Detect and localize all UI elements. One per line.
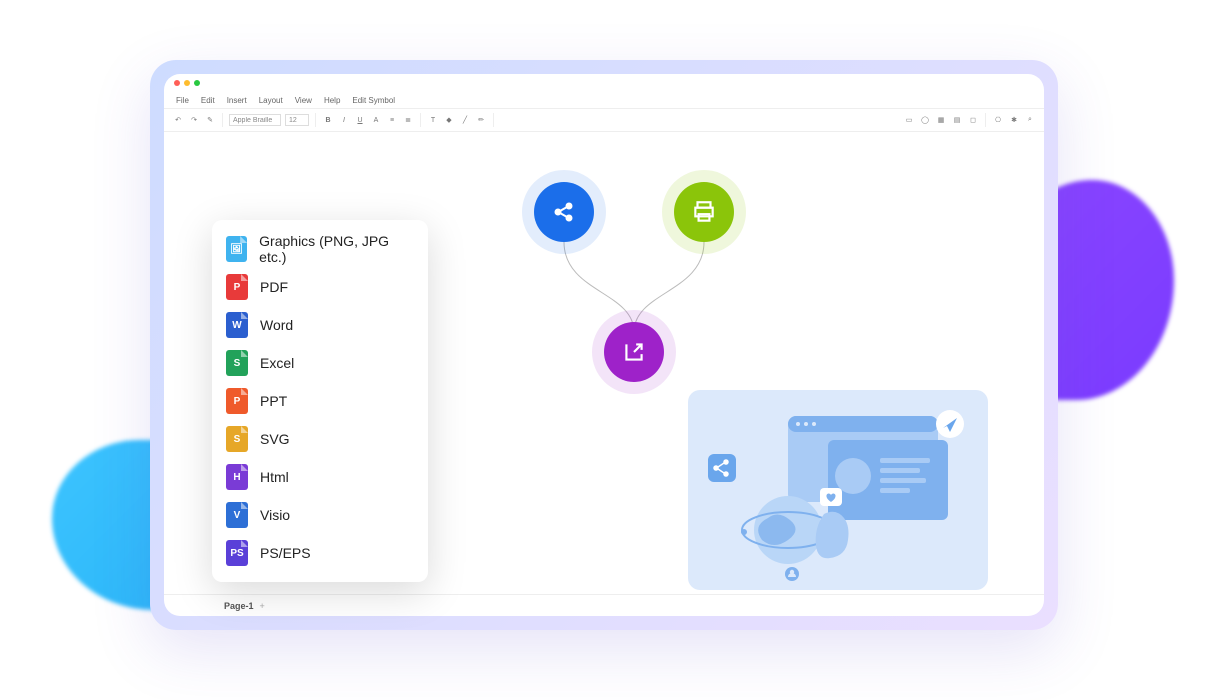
- search-icon[interactable]: ⌕: [1024, 114, 1036, 126]
- export-option[interactable]: S SVG: [226, 420, 414, 458]
- node-share[interactable]: [534, 182, 594, 242]
- export-option[interactable]: P PPT: [226, 382, 414, 420]
- lock-icon[interactable]: ⎔: [992, 114, 1004, 126]
- menu-edit-symbol[interactable]: Edit Symbol: [352, 96, 395, 105]
- file-type-icon: S: [226, 426, 248, 452]
- export-option[interactable]: H Html: [226, 458, 414, 496]
- italic-icon[interactable]: I: [338, 114, 350, 126]
- toolbar: ↶ ↷ ✎ B I U A ≡ ≣ T ◆ ╱ ✏ ▭ ◯ ▦ ▤ ◻: [164, 108, 1044, 132]
- list-icon[interactable]: ≣: [402, 114, 414, 126]
- text-box-icon[interactable]: T: [427, 114, 439, 126]
- menu-help[interactable]: Help: [324, 96, 340, 105]
- line-icon[interactable]: ╱: [459, 114, 471, 126]
- toolbar-separator: [493, 113, 494, 127]
- file-type-icon: P: [226, 274, 248, 300]
- export-option-label: Word: [260, 317, 293, 333]
- window-titlebar: [164, 74, 1044, 92]
- file-type-icon: P: [226, 388, 248, 414]
- font-size-input[interactable]: [285, 114, 309, 126]
- export-option[interactable]: S Excel: [226, 344, 414, 382]
- file-type-icon: S: [226, 350, 248, 376]
- export-option-label: PPT: [260, 393, 287, 409]
- file-type-icon: V: [226, 502, 248, 528]
- redo-icon[interactable]: ↷: [188, 114, 200, 126]
- export-option[interactable]: PS PS/EPS: [226, 534, 414, 572]
- toolbar-separator: [420, 113, 421, 127]
- menu-edit[interactable]: Edit: [201, 96, 215, 105]
- toolbar-separator: [985, 113, 986, 127]
- sharing-illustration-card: [688, 390, 988, 590]
- format-painter-icon[interactable]: ✎: [204, 114, 216, 126]
- traffic-light-minimize[interactable]: [184, 80, 190, 86]
- underline-icon[interactable]: U: [354, 114, 366, 126]
- export-option[interactable]: V Visio: [226, 496, 414, 534]
- settings-icon[interactable]: ✱: [1008, 114, 1020, 126]
- export-option-label: Html: [260, 469, 289, 485]
- font-name-input[interactable]: [229, 114, 281, 126]
- print-icon: [691, 199, 717, 225]
- export-option-label: Visio: [260, 507, 290, 523]
- shape-icon[interactable]: ◯: [919, 114, 931, 126]
- toolbar-separator: [222, 113, 223, 127]
- page-tab[interactable]: Page-1: [224, 601, 254, 611]
- toolbar-separator: [315, 113, 316, 127]
- export-option[interactable]: P PDF: [226, 268, 414, 306]
- symbol-icon[interactable]: ◻: [967, 114, 979, 126]
- file-type-icon: W: [226, 312, 248, 338]
- export-option[interactable]: W Word: [226, 306, 414, 344]
- export-format-menu: 🖼 Graphics (PNG, JPG etc.) P PDF W Word S Excel…: [212, 220, 428, 582]
- file-type-icon: H: [226, 464, 248, 490]
- menu-file[interactable]: File: [176, 96, 189, 105]
- page-tab-bar: Page-1 +: [164, 594, 1044, 616]
- share-icon: [552, 200, 576, 224]
- menu-view[interactable]: View: [295, 96, 312, 105]
- undo-icon[interactable]: ↶: [172, 114, 184, 126]
- fill-icon[interactable]: ◆: [443, 114, 455, 126]
- export-option-label: PDF: [260, 279, 288, 295]
- export-option-label: SVG: [260, 431, 290, 447]
- add-page-button[interactable]: +: [260, 601, 265, 611]
- table-icon[interactable]: ▦: [935, 114, 947, 126]
- node-export[interactable]: [604, 322, 664, 382]
- menu-layout[interactable]: Layout: [259, 96, 283, 105]
- export-option-label: Graphics (PNG, JPG etc.): [259, 233, 414, 265]
- menu-bar: File Edit Insert Layout View Help Edit S…: [164, 92, 1044, 108]
- export-icon: [621, 339, 647, 365]
- text-color-icon[interactable]: A: [370, 114, 382, 126]
- picture-icon[interactable]: ▭: [903, 114, 915, 126]
- node-print[interactable]: [674, 182, 734, 242]
- menu-insert[interactable]: Insert: [227, 96, 247, 105]
- export-option[interactable]: 🖼 Graphics (PNG, JPG etc.): [226, 230, 414, 268]
- pencil-icon[interactable]: ✏: [475, 114, 487, 126]
- traffic-light-close[interactable]: [174, 80, 180, 86]
- traffic-light-zoom[interactable]: [194, 80, 200, 86]
- chart-icon[interactable]: ▤: [951, 114, 963, 126]
- export-option-label: Excel: [260, 355, 294, 371]
- export-option-label: PS/EPS: [260, 545, 311, 561]
- bold-icon[interactable]: B: [322, 114, 334, 126]
- file-type-icon: PS: [226, 540, 248, 566]
- file-type-icon: 🖼: [226, 236, 247, 262]
- align-icon[interactable]: ≡: [386, 114, 398, 126]
